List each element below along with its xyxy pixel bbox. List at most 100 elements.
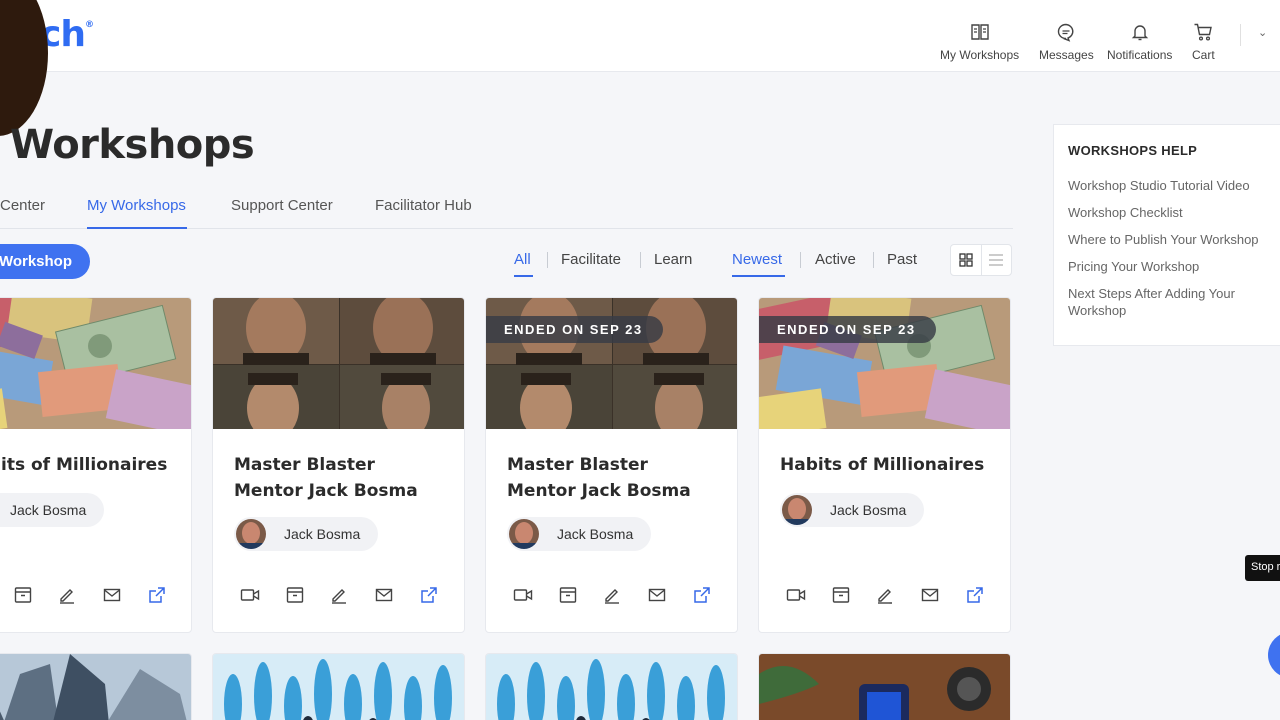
- create-workshop-button[interactable]: Workshop: [0, 244, 90, 279]
- help-link[interactable]: Pricing Your Workshop: [1068, 258, 1273, 275]
- external-link-icon: [967, 587, 983, 603]
- nav-my-workshops[interactable]: My Workshops: [940, 22, 1019, 62]
- workshops-help-panel: WORKSHOPS HELP Workshop Studio Tutorial …: [1053, 124, 1280, 346]
- video-camera-icon: [786, 589, 806, 601]
- mail-icon: [375, 588, 393, 602]
- tab-facilitator-hub[interactable]: Facilitator Hub: [375, 197, 472, 214]
- help-link[interactable]: Where to Publish Your Workshop: [1068, 231, 1273, 248]
- page-title: Workshops: [10, 122, 255, 168]
- divider: [873, 252, 874, 268]
- external-link-icon: [694, 587, 710, 603]
- nav-messages[interactable]: Messages: [1039, 22, 1094, 62]
- filter-newest-indicator: [732, 275, 785, 277]
- archive-button[interactable]: [557, 584, 579, 606]
- book-icon: [970, 24, 989, 40]
- workshop-card-image[interactable]: [758, 653, 1011, 720]
- open-external-button[interactable]: [691, 584, 713, 606]
- open-external-button[interactable]: [964, 584, 986, 606]
- chat-launcher-button[interactable]: [1268, 632, 1280, 678]
- author-name: Jack Bosma: [830, 502, 907, 518]
- top-header: ch® My Workshops Messages Notifications …: [0, 0, 1280, 72]
- filter-newest[interactable]: Newest: [732, 251, 782, 268]
- open-external-button[interactable]: [418, 584, 440, 606]
- mail-icon: [648, 588, 666, 602]
- tooltip: Stop r: [1245, 555, 1280, 581]
- edit-button[interactable]: [601, 584, 623, 606]
- skyscrapers-image: [0, 654, 191, 720]
- help-heading: WORKSHOPS HELP: [1068, 143, 1198, 158]
- pencil-icon: [605, 589, 619, 604]
- workshop-title[interactable]: Habits of Millionaires: [780, 452, 995, 478]
- author-name: Jack Bosma: [284, 526, 361, 542]
- author-name: Jack Bosma: [10, 502, 87, 518]
- status-badge: ENDED ON SEP 23: [759, 316, 936, 343]
- edit-button[interactable]: [56, 584, 78, 606]
- workshop-card-image[interactable]: [485, 653, 738, 720]
- workshop-title[interactable]: its of Millionaires: [1, 452, 191, 478]
- message-button[interactable]: [646, 584, 668, 606]
- card-actions: [213, 584, 464, 606]
- workshop-card[interactable]: its of Millionaires Jack Bosma: [0, 297, 192, 633]
- author-chip[interactable]: Jack Bosma: [0, 493, 105, 527]
- chevron-down-icon[interactable]: ⌄: [1258, 26, 1267, 39]
- workshop-card-image[interactable]: [0, 653, 192, 720]
- tab-bar: Center My Workshops Support Center Facil…: [0, 188, 1013, 229]
- workshop-card[interactable]: ENDED ON SEP 23 Habits of Millionaires J…: [758, 297, 1011, 633]
- nav-cart[interactable]: Cart: [1192, 22, 1215, 62]
- video-button[interactable]: [512, 584, 534, 606]
- video-button[interactable]: [785, 584, 807, 606]
- pencil-icon: [878, 589, 892, 604]
- nav-label: Cart: [1192, 48, 1215, 62]
- author-name: Jack Bosma: [557, 526, 634, 542]
- edit-button[interactable]: [874, 584, 896, 606]
- desk-image: [759, 654, 1010, 720]
- logo-mark: ®: [84, 20, 94, 30]
- video-button[interactable]: [239, 584, 261, 606]
- grid-view-button[interactable]: [951, 245, 982, 275]
- card-actions: [759, 584, 1010, 606]
- list-view-button[interactable]: [982, 245, 1012, 275]
- workshop-card[interactable]: ENDED ON SEP 23 Master Blaster Mentor Ja…: [485, 297, 738, 633]
- help-link[interactable]: Workshop Studio Tutorial Video: [1068, 177, 1273, 194]
- card-actions: [0, 584, 191, 606]
- archive-icon: [559, 587, 577, 603]
- filter-active[interactable]: Active: [815, 251, 856, 268]
- workshop-card-image[interactable]: [212, 653, 465, 720]
- archive-button[interactable]: [830, 584, 852, 606]
- help-link[interactable]: Next Steps After Adding Your Workshop: [1068, 285, 1273, 319]
- nav-notifications[interactable]: Notifications: [1107, 22, 1172, 62]
- workshop-image[interactable]: [213, 298, 464, 429]
- author-chip[interactable]: Jack Bosma: [780, 493, 925, 527]
- archive-button[interactable]: [12, 584, 34, 606]
- message-button[interactable]: [101, 584, 123, 606]
- divider: [800, 252, 801, 268]
- open-external-button[interactable]: [146, 584, 168, 606]
- edit-button[interactable]: [328, 584, 350, 606]
- mail-icon: [921, 588, 939, 602]
- tab-my-workshops[interactable]: My Workshops: [87, 197, 186, 214]
- crowd-image: [486, 654, 737, 720]
- avatar: [509, 519, 539, 549]
- filter-all-indicator: [514, 275, 533, 277]
- message-button[interactable]: [919, 584, 941, 606]
- bell-icon: [1131, 25, 1148, 41]
- author-chip[interactable]: Jack Bosma: [234, 517, 379, 551]
- archive-icon: [832, 587, 850, 603]
- filter-past[interactable]: Past: [887, 251, 917, 268]
- workshop-card[interactable]: Master Blaster Mentor Jack Bosma Jack Bo…: [212, 297, 465, 633]
- tab-center[interactable]: Center: [0, 197, 45, 214]
- help-link[interactable]: Workshop Checklist: [1068, 204, 1273, 221]
- message-button[interactable]: [373, 584, 395, 606]
- pencil-icon: [60, 589, 74, 604]
- workshop-image[interactable]: [0, 298, 191, 429]
- filter-facilitate[interactable]: Facilitate: [561, 251, 621, 268]
- workshop-title[interactable]: Master Blaster Mentor Jack Bosma: [234, 452, 449, 504]
- workshop-title[interactable]: Master Blaster Mentor Jack Bosma: [507, 452, 722, 504]
- archive-button[interactable]: [284, 584, 306, 606]
- author-chip[interactable]: Jack Bosma: [507, 517, 652, 551]
- filter-learn[interactable]: Learn: [654, 251, 692, 268]
- divider: [640, 252, 641, 268]
- tab-support-center[interactable]: Support Center: [231, 197, 333, 214]
- nav-label: Messages: [1039, 48, 1094, 62]
- filter-all[interactable]: All: [514, 251, 531, 268]
